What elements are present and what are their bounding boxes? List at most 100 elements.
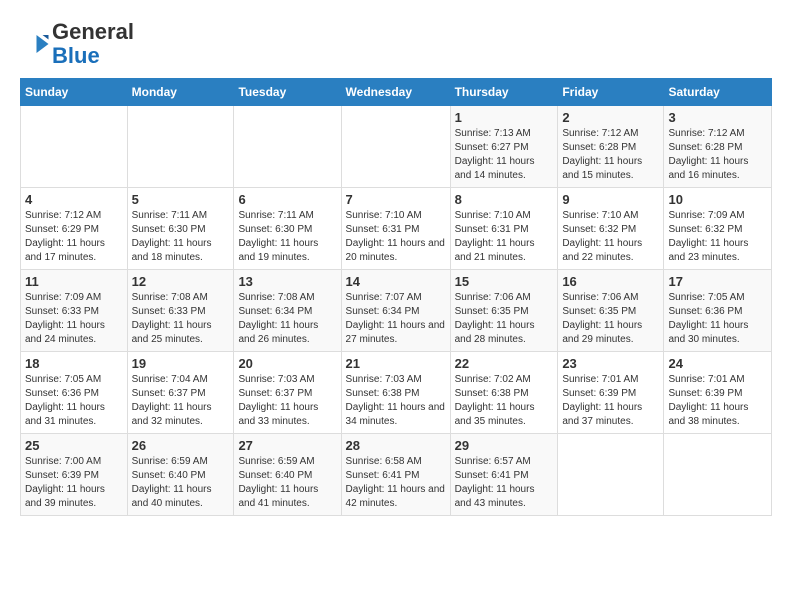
- calendar-cell: 24 Sunrise: 7:01 AM Sunset: 6:39 PM Dayli…: [664, 352, 772, 434]
- calendar-cell: 7Sunrise: 7:10 AM Sunset: 6:31 PM Daylig…: [341, 188, 450, 270]
- calendar-cell: 19 Sunrise: 7:04 AM Sunset: 6:37 PM Dayli…: [127, 352, 234, 434]
- calendar-week-3: 11 Sunrise: 7:09 AM Sunset: 6:33 PM Dayli…: [21, 270, 772, 352]
- column-header-thursday: Thursday: [450, 79, 558, 106]
- day-number: 26: [132, 438, 230, 453]
- calendar-cell: 21 Sunrise: 7:03 AM Sunset: 6:38 PM Dayli…: [341, 352, 450, 434]
- day-info: Sunrise: 7:11 AM Sunset: 6:30 PM Dayligh…: [238, 209, 336, 265]
- calendar-cell: 15 Sunrise: 7:06 AM Sunset: 6:35 PM Dayli…: [450, 270, 558, 352]
- day-info: Sunrise: 6:57 AM Sunset: 6:41 PM Dayligh…: [455, 455, 554, 511]
- day-number: 19: [132, 356, 230, 371]
- logo: General Blue: [20, 20, 134, 68]
- day-number: 24: [668, 356, 767, 371]
- calendar-cell: 17Sunrise: 7:05 AM Sunset: 6:36 PM Dayli…: [664, 270, 772, 352]
- day-info: Sunrise: 7:09 AM Sunset: 6:33 PM Dayligh…: [25, 291, 123, 347]
- day-info: Sunrise: 6:58 AM Sunset: 6:41 PM Dayligh…: [346, 455, 446, 511]
- calendar-week-2: 4 Sunrise: 7:12 AM Sunset: 6:29 PM Daylig…: [21, 188, 772, 270]
- day-number: 12: [132, 274, 230, 289]
- day-number: 11: [25, 274, 123, 289]
- day-info: Sunrise: 7:03 AM Sunset: 6:37 PM Dayligh…: [238, 373, 336, 429]
- day-info: Sunrise: 7:12 AM Sunset: 6:29 PM Dayligh…: [25, 209, 123, 265]
- calendar-cell: 12 Sunrise: 7:08 AM Sunset: 6:33 PM Dayli…: [127, 270, 234, 352]
- day-number: 18: [25, 356, 123, 371]
- day-number: 8: [455, 192, 554, 207]
- day-info: Sunrise: 7:01 AM Sunset: 6:39 PM Dayligh…: [668, 373, 767, 429]
- calendar-cell: 1 Sunrise: 7:13 AM Sunset: 6:27 PM Daylig…: [450, 106, 558, 188]
- day-number: 9: [562, 192, 659, 207]
- day-number: 16: [562, 274, 659, 289]
- day-info: Sunrise: 7:07 AM Sunset: 6:34 PM Dayligh…: [346, 291, 446, 347]
- day-info: Sunrise: 7:08 AM Sunset: 6:34 PM Dayligh…: [238, 291, 336, 347]
- day-number: 27: [238, 438, 336, 453]
- calendar-cell: [341, 106, 450, 188]
- calendar-week-5: 25 Sunrise: 7:00 AM Sunset: 6:39 PM Dayli…: [21, 434, 772, 516]
- logo-icon: [20, 29, 50, 59]
- calendar-cell: 23Sunrise: 7:01 AM Sunset: 6:39 PM Dayli…: [558, 352, 664, 434]
- column-header-wednesday: Wednesday: [341, 79, 450, 106]
- day-info: Sunrise: 7:10 AM Sunset: 6:31 PM Dayligh…: [455, 209, 554, 265]
- day-info: Sunrise: 7:09 AM Sunset: 6:32 PM Dayligh…: [668, 209, 767, 265]
- calendar-cell: 28Sunrise: 6:58 AM Sunset: 6:41 PM Dayli…: [341, 434, 450, 516]
- day-info: Sunrise: 7:01 AM Sunset: 6:39 PM Dayligh…: [562, 373, 659, 429]
- calendar-cell: 9Sunrise: 7:10 AM Sunset: 6:32 PM Daylig…: [558, 188, 664, 270]
- calendar-cell: [664, 434, 772, 516]
- calendar-cell: [21, 106, 128, 188]
- column-header-friday: Friday: [558, 79, 664, 106]
- day-number: 13: [238, 274, 336, 289]
- day-number: 14: [346, 274, 446, 289]
- header: General Blue: [20, 20, 772, 68]
- day-info: Sunrise: 7:04 AM Sunset: 6:37 PM Dayligh…: [132, 373, 230, 429]
- calendar-cell: 11 Sunrise: 7:09 AM Sunset: 6:33 PM Dayli…: [21, 270, 128, 352]
- day-info: Sunrise: 7:05 AM Sunset: 6:36 PM Dayligh…: [25, 373, 123, 429]
- column-header-saturday: Saturday: [664, 79, 772, 106]
- day-number: 7: [346, 192, 446, 207]
- calendar-cell: 5 Sunrise: 7:11 AM Sunset: 6:30 PM Daylig…: [127, 188, 234, 270]
- calendar-cell: 18 Sunrise: 7:05 AM Sunset: 6:36 PM Dayli…: [21, 352, 128, 434]
- day-number: 29: [455, 438, 554, 453]
- day-number: 3: [668, 110, 767, 125]
- day-number: 5: [132, 192, 230, 207]
- column-header-sunday: Sunday: [21, 79, 128, 106]
- calendar-header-row: SundayMondayTuesdayWednesdayThursdayFrid…: [21, 79, 772, 106]
- day-number: 21: [346, 356, 446, 371]
- day-number: 15: [455, 274, 554, 289]
- day-number: 10: [668, 192, 767, 207]
- day-number: 25: [25, 438, 123, 453]
- day-info: Sunrise: 7:12 AM Sunset: 6:28 PM Dayligh…: [668, 127, 767, 183]
- calendar-cell: 13 Sunrise: 7:08 AM Sunset: 6:34 PM Dayli…: [234, 270, 341, 352]
- calendar-cell: 25 Sunrise: 7:00 AM Sunset: 6:39 PM Dayli…: [21, 434, 128, 516]
- calendar-cell: 27 Sunrise: 6:59 AM Sunset: 6:40 PM Dayli…: [234, 434, 341, 516]
- calendar-cell: 3 Sunrise: 7:12 AM Sunset: 6:28 PM Daylig…: [664, 106, 772, 188]
- day-info: Sunrise: 6:59 AM Sunset: 6:40 PM Dayligh…: [132, 455, 230, 511]
- day-number: 1: [455, 110, 554, 125]
- day-info: Sunrise: 7:02 AM Sunset: 6:38 PM Dayligh…: [455, 373, 554, 429]
- calendar-cell: [127, 106, 234, 188]
- calendar-cell: 8 Sunrise: 7:10 AM Sunset: 6:31 PM Daylig…: [450, 188, 558, 270]
- day-info: Sunrise: 7:12 AM Sunset: 6:28 PM Dayligh…: [562, 127, 659, 183]
- day-info: Sunrise: 7:13 AM Sunset: 6:27 PM Dayligh…: [455, 127, 554, 183]
- day-number: 6: [238, 192, 336, 207]
- day-info: Sunrise: 7:11 AM Sunset: 6:30 PM Dayligh…: [132, 209, 230, 265]
- day-info: Sunrise: 7:06 AM Sunset: 6:35 PM Dayligh…: [562, 291, 659, 347]
- calendar-cell: 4 Sunrise: 7:12 AM Sunset: 6:29 PM Daylig…: [21, 188, 128, 270]
- day-number: 22: [455, 356, 554, 371]
- calendar-cell: [234, 106, 341, 188]
- day-number: 2: [562, 110, 659, 125]
- calendar-cell: 22 Sunrise: 7:02 AM Sunset: 6:38 PM Dayli…: [450, 352, 558, 434]
- calendar-cell: 14 Sunrise: 7:07 AM Sunset: 6:34 PM Dayli…: [341, 270, 450, 352]
- logo-text: General Blue: [52, 20, 134, 68]
- calendar-cell: [558, 434, 664, 516]
- day-info: Sunrise: 7:08 AM Sunset: 6:33 PM Dayligh…: [132, 291, 230, 347]
- calendar-cell: 29 Sunrise: 6:57 AM Sunset: 6:41 PM Dayli…: [450, 434, 558, 516]
- day-info: Sunrise: 7:06 AM Sunset: 6:35 PM Dayligh…: [455, 291, 554, 347]
- calendar-cell: 16 Sunrise: 7:06 AM Sunset: 6:35 PM Dayli…: [558, 270, 664, 352]
- calendar-week-4: 18 Sunrise: 7:05 AM Sunset: 6:36 PM Dayli…: [21, 352, 772, 434]
- calendar-cell: 26 Sunrise: 6:59 AM Sunset: 6:40 PM Dayli…: [127, 434, 234, 516]
- calendar-cell: 6 Sunrise: 7:11 AM Sunset: 6:30 PM Daylig…: [234, 188, 341, 270]
- calendar-cell: 20Sunrise: 7:03 AM Sunset: 6:37 PM Dayli…: [234, 352, 341, 434]
- day-number: 4: [25, 192, 123, 207]
- calendar-cell: 10 Sunrise: 7:09 AM Sunset: 6:32 PM Dayli…: [664, 188, 772, 270]
- day-info: Sunrise: 6:59 AM Sunset: 6:40 PM Dayligh…: [238, 455, 336, 511]
- day-info: Sunrise: 7:03 AM Sunset: 6:38 PM Dayligh…: [346, 373, 446, 429]
- day-info: Sunrise: 7:00 AM Sunset: 6:39 PM Dayligh…: [25, 455, 123, 511]
- calendar-cell: 2 Sunrise: 7:12 AM Sunset: 6:28 PM Daylig…: [558, 106, 664, 188]
